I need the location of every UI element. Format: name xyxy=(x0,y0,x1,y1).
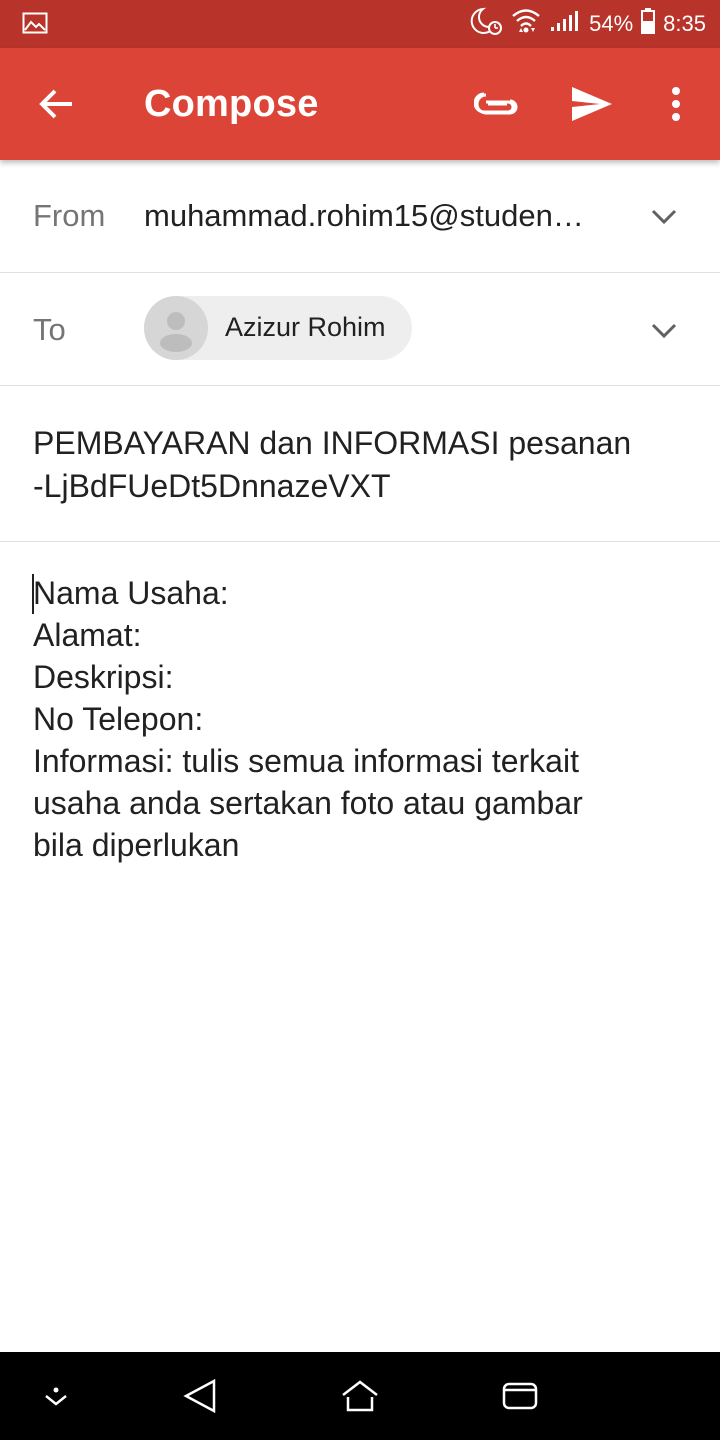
body-line: Deskripsi: xyxy=(33,659,174,695)
subject-line: -LjBdFUeDt5DnnazeVXT xyxy=(33,468,391,504)
body-line: Alamat: xyxy=(33,617,142,653)
body-line: bila diperlukan xyxy=(33,827,240,863)
body-line: Informasi: tulis semua informasi terkait xyxy=(33,743,579,779)
gallery-icon xyxy=(22,12,48,34)
body-line: No Telepon: xyxy=(33,701,204,737)
to-row: To Azizur Rohim xyxy=(0,272,720,386)
from-label: From xyxy=(33,198,106,233)
back-arrow-icon[interactable] xyxy=(28,76,84,132)
text-cursor xyxy=(32,574,34,614)
chevron-down-icon[interactable] xyxy=(648,314,680,346)
body-line: Nama Usaha: xyxy=(33,575,229,611)
avatar-icon xyxy=(144,296,208,360)
attachment-icon[interactable] xyxy=(470,78,522,130)
subject-row: PEMBAYARAN dan INFORMASI pesanan -LjBdFU… xyxy=(0,386,720,542)
status-bar: 54% 8:35 xyxy=(0,0,720,48)
signal-icon xyxy=(549,9,581,39)
app-bar: Compose xyxy=(0,48,720,160)
clock: 8:35 xyxy=(663,11,706,36)
nav-back-icon[interactable] xyxy=(178,1376,222,1416)
from-row: From muhammad.rohim15@studen… xyxy=(0,160,720,273)
subject-line: PEMBAYARAN dan INFORMASI pesanan xyxy=(33,425,632,461)
page-title: Compose xyxy=(144,83,319,125)
hide-keyboard-icon[interactable] xyxy=(34,1376,78,1416)
send-icon[interactable] xyxy=(564,76,620,132)
body-field[interactable]: Nama Usaha: Alamat: Deskripsi: No Telepo… xyxy=(32,572,693,866)
body-line: usaha anda sertakan foto atau gambar xyxy=(33,785,583,821)
screen: 54% 8:35 Compose From muhammad.rohim15@s… xyxy=(0,0,720,1440)
moon-alarm-icon xyxy=(469,6,503,42)
to-label: To xyxy=(33,312,66,347)
subject-field[interactable]: PEMBAYARAN dan INFORMASI pesanan -LjBdFU… xyxy=(33,422,693,508)
recents-icon[interactable] xyxy=(498,1376,542,1416)
recipient-chip[interactable]: Azizur Rohim xyxy=(144,296,412,360)
from-account[interactable]: muhammad.rohim15@studen… xyxy=(144,198,594,234)
wifi-icon xyxy=(511,6,541,42)
more-vert-icon[interactable] xyxy=(652,76,700,132)
home-icon[interactable] xyxy=(338,1376,382,1416)
recipient-name: Azizur Rohim xyxy=(225,312,386,342)
navigation-bar xyxy=(0,1352,720,1440)
battery-icon xyxy=(641,8,656,40)
chevron-down-icon[interactable] xyxy=(648,200,680,232)
status-right: 54% 8:35 xyxy=(469,0,706,48)
battery-percent: 54% xyxy=(589,11,634,36)
